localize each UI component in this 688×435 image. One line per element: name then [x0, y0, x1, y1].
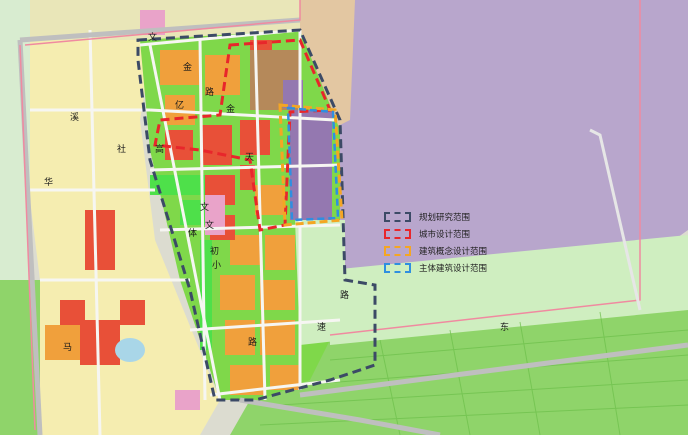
- label-wen-2: 文: [200, 201, 209, 213]
- label-wen-3: 文: [205, 219, 214, 231]
- legend-swatch-planning: [384, 211, 411, 222]
- legend: 规划研究范围 城市设计范围 建筑概念设计范围 主体建筑设计范围: [384, 208, 524, 276]
- cultural-block-south: [175, 390, 200, 410]
- label-lu-2: 路: [340, 289, 349, 301]
- legend-item-urban: 城市设计范围: [384, 225, 524, 242]
- legend-label: 建筑概念设计范围: [419, 246, 488, 257]
- legend-swatch-urban: [384, 228, 411, 239]
- label-jin: 金: [183, 61, 192, 73]
- label-lu-3: 路: [248, 336, 257, 348]
- label-ma: 马: [63, 342, 72, 353]
- label-wen-1: 文: [148, 31, 157, 43]
- legend-label: 城市设计范围: [419, 229, 471, 240]
- pond: [115, 338, 145, 362]
- label-dong: 东: [500, 321, 509, 333]
- label-jin-2: 金: [226, 103, 235, 115]
- legend-item-main: 主体建筑设计范围: [384, 259, 524, 276]
- label-hua: 华: [44, 176, 53, 188]
- label-xiao: 小: [212, 260, 221, 271]
- legend-item-planning: 规划研究范围: [384, 208, 524, 225]
- label-yi: 亿: [175, 99, 184, 111]
- planning-map: 金 路 金 亿 高 文 文 文 体 初 小 路 速 路 社 华 东 溪 马 天: [0, 0, 688, 435]
- legend-swatch-concept: [384, 245, 411, 256]
- label-ti: 体: [188, 227, 197, 239]
- legend-label: 规划研究范围: [419, 212, 471, 223]
- legend-item-concept: 建筑概念设计范围: [384, 242, 524, 259]
- label-lu-1: 路: [205, 86, 214, 98]
- label-chu: 初: [210, 245, 219, 257]
- label-xi: 溪: [70, 111, 79, 123]
- legend-label: 主体建筑设计范围: [419, 263, 488, 274]
- label-su: 速: [317, 322, 326, 333]
- label-gao: 高: [155, 143, 164, 155]
- legend-swatch-main: [384, 262, 411, 273]
- label-she: 社: [117, 143, 126, 155]
- label-tian: 天: [245, 153, 254, 163]
